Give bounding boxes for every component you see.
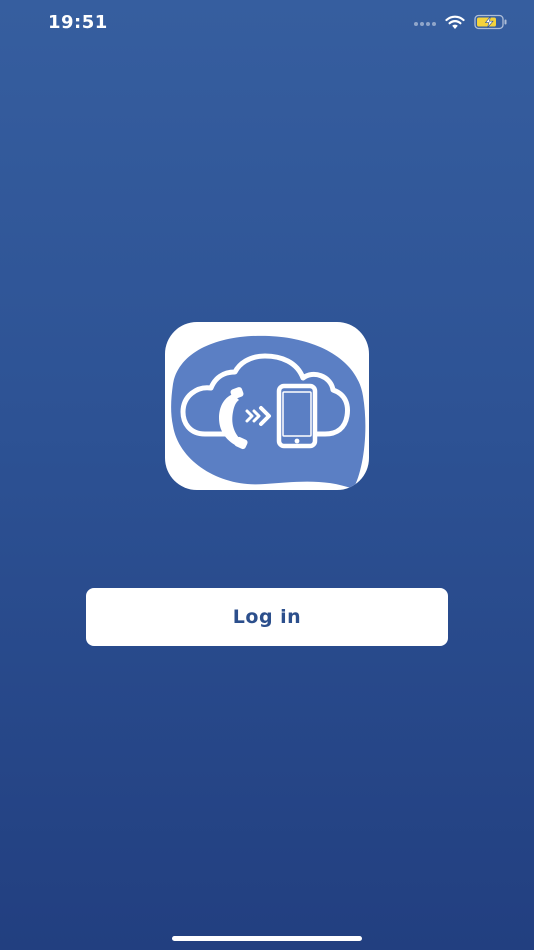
home-indicator[interactable] <box>172 936 362 941</box>
login-screen: 19:51 Log in <box>0 0 534 950</box>
wifi-icon <box>445 15 465 34</box>
login-button[interactable]: Log in <box>86 588 448 646</box>
status-time: 19:51 <box>48 12 108 33</box>
cloud-call-forward-icon <box>171 335 366 489</box>
cellular-signal-icon <box>414 22 436 26</box>
status-icons <box>414 14 508 34</box>
battery-charging-icon <box>474 14 508 34</box>
status-bar: 19:51 <box>0 0 534 48</box>
app-logo <box>165 322 369 490</box>
login-button-label: Log in <box>232 606 302 628</box>
